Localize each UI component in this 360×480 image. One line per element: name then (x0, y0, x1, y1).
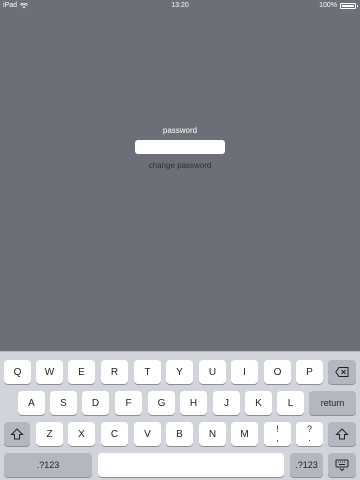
space-bar[interactable] (98, 453, 284, 477)
key-w-label: W (44, 366, 55, 378)
battery-fill (342, 5, 354, 7)
return-key[interactable]: return (309, 391, 356, 415)
battery-percent: 100% (319, 2, 337, 9)
key-u[interactable]: U (199, 360, 226, 384)
key-c-label: C (110, 428, 119, 440)
key-h-label: H (189, 397, 198, 409)
onscreen-keyboard: Q W E R T Y U I O P A S D F G H J K Lreturn Z X C V B N M!,?. .?12… (0, 351, 360, 480)
numbers-right-key-label: .?123 (295, 460, 318, 470)
key-l[interactable]: L (277, 391, 304, 415)
battery-icon (340, 3, 358, 9)
quest-key-glyphs: ?. (307, 425, 312, 443)
key-g-label: G (157, 397, 166, 409)
key-l-label: L (287, 397, 294, 409)
shift-icon (10, 428, 24, 440)
numbers-left-key-label: .?123 (36, 460, 60, 470)
key-u-label: U (208, 366, 217, 378)
shift-left-key[interactable] (4, 422, 30, 446)
login-form: password change password (0, 126, 360, 173)
clock: 13:20 (171, 2, 189, 9)
key-j[interactable]: J (213, 391, 240, 415)
key-e-label: E (78, 366, 85, 378)
excl-key-glyphs: !, (276, 425, 279, 443)
key-a[interactable]: A (18, 391, 45, 415)
excl-key-bottom: , (276, 433, 279, 443)
key-b[interactable]: B (166, 422, 193, 446)
key-e[interactable]: E (68, 360, 95, 384)
delete-icon (335, 367, 349, 377)
return-key-label: return (320, 398, 345, 408)
key-z-label: Z (46, 428, 53, 440)
key-f-label: F (125, 397, 132, 409)
key-i-label: I (243, 366, 246, 378)
password-field[interactable] (135, 140, 225, 154)
key-a-label: A (28, 397, 35, 409)
key-b-label: B (176, 428, 183, 440)
password-label: password (162, 126, 198, 135)
key-o-label: O (273, 366, 282, 378)
key-t[interactable]: T (134, 360, 161, 384)
key-r[interactable]: R (101, 360, 128, 384)
quest-key-bottom: . (308, 433, 311, 443)
numbers-right-key[interactable]: .?123 (290, 453, 323, 477)
key-s[interactable]: S (50, 391, 77, 415)
key-m-label: M (240, 428, 249, 440)
key-z[interactable]: Z (36, 422, 63, 446)
delete-key[interactable] (328, 360, 356, 384)
key-m[interactable]: M (231, 422, 258, 446)
change-password-link[interactable]: change password (149, 161, 212, 171)
question-period-key[interactable]: ?. (296, 422, 323, 446)
key-n[interactable]: N (199, 422, 226, 446)
key-o[interactable]: O (264, 360, 291, 384)
key-x[interactable]: X (68, 422, 95, 446)
key-w[interactable]: W (36, 360, 63, 384)
key-q[interactable]: Q (4, 360, 31, 384)
key-d-label: D (91, 397, 100, 409)
keyboard-dismiss-key[interactable] (328, 453, 356, 477)
key-r-label: R (110, 366, 119, 378)
key-s-label: S (60, 397, 67, 409)
shift-right-key[interactable] (328, 422, 356, 446)
numbers-left-key[interactable]: .?123 (4, 453, 92, 477)
key-y[interactable]: Y (166, 360, 193, 384)
key-n-label: N (208, 428, 217, 440)
key-p[interactable]: P (296, 360, 323, 384)
key-y-label: Y (176, 366, 183, 378)
key-j-label: J (224, 397, 229, 409)
key-v-label: V (144, 428, 151, 440)
key-x-label: X (78, 428, 85, 440)
key-p-label: P (306, 366, 313, 378)
key-g[interactable]: G (148, 391, 175, 415)
shift-icon (335, 428, 349, 440)
key-d[interactable]: D (82, 391, 109, 415)
keyboard-hide-icon (335, 459, 349, 471)
key-c[interactable]: C (101, 422, 128, 446)
key-v[interactable]: V (134, 422, 161, 446)
key-k-label: K (255, 397, 262, 409)
exclamation-comma-key[interactable]: !, (264, 422, 291, 446)
key-k[interactable]: K (245, 391, 272, 415)
status-bar: iPad 13:20 100% (0, 0, 360, 12)
key-t-label: T (144, 366, 151, 378)
key-i[interactable]: I (231, 360, 258, 384)
key-h[interactable]: H (180, 391, 207, 415)
status-right: 100% (319, 0, 358, 12)
key-f[interactable]: F (115, 391, 142, 415)
key-q-label: Q (13, 366, 22, 378)
